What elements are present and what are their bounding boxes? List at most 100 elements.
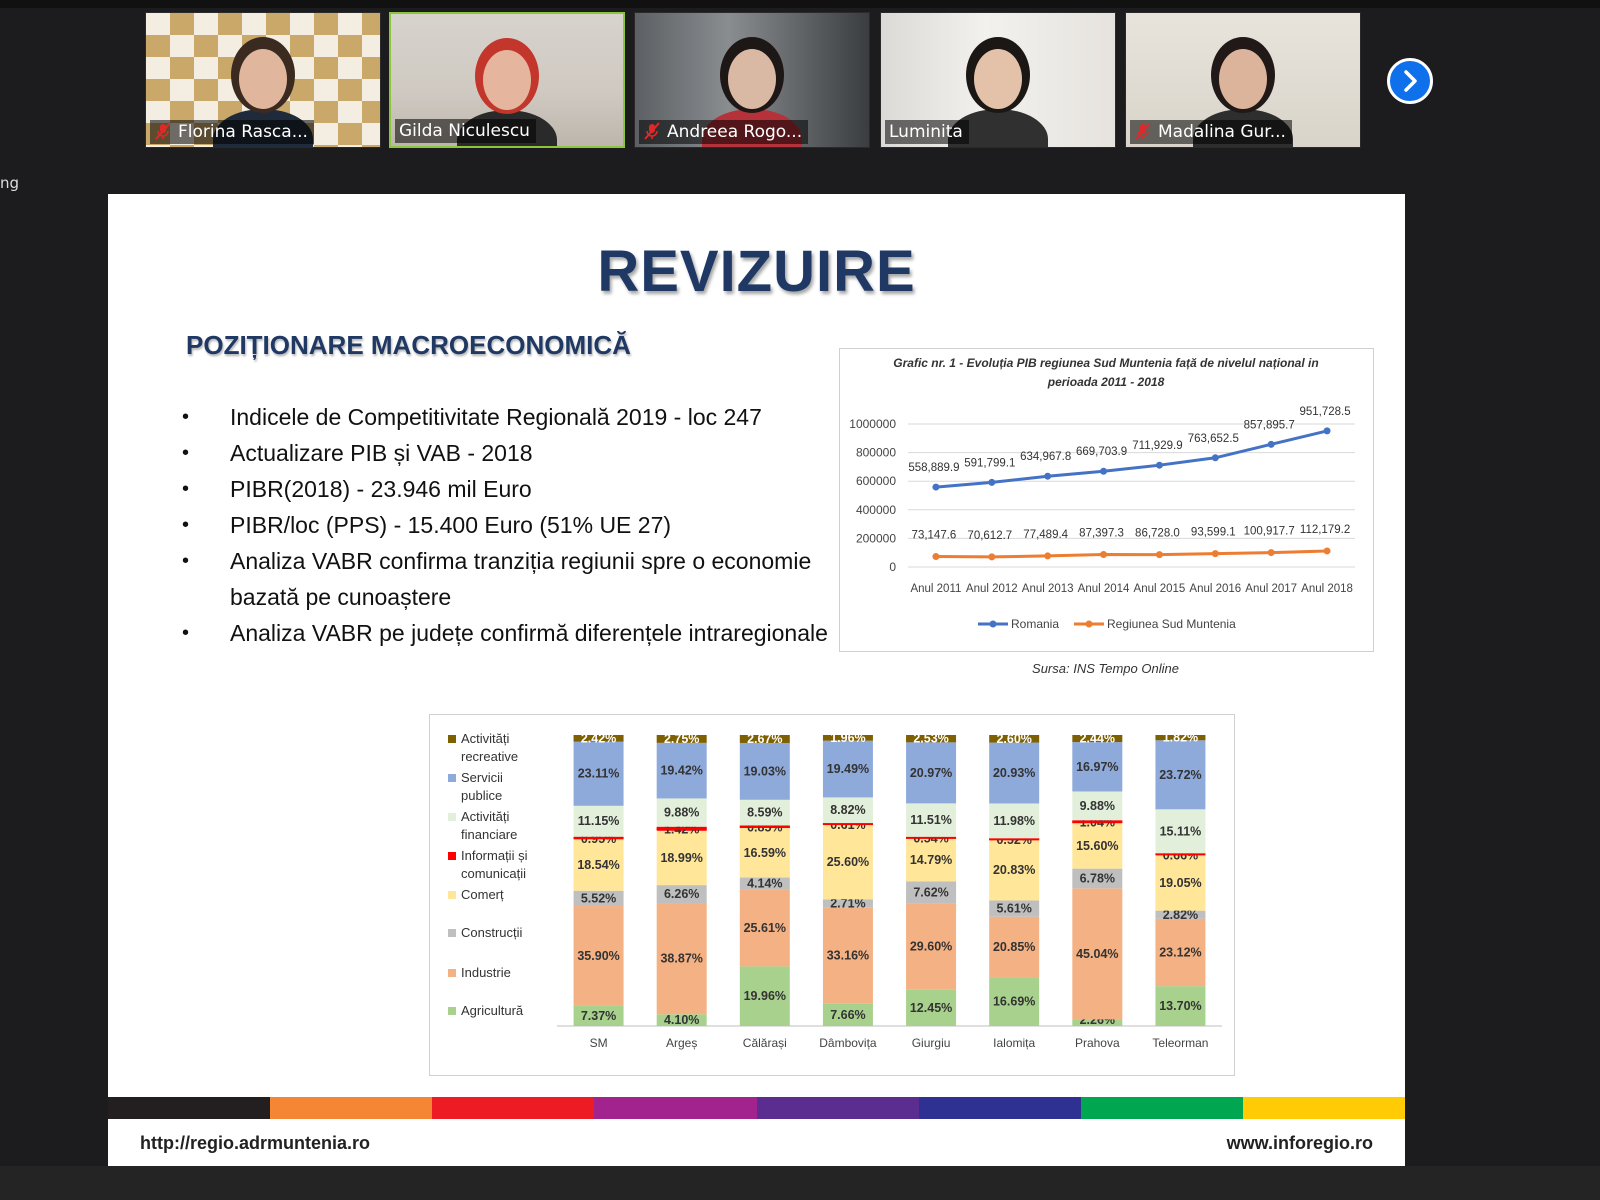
bar-data-label: 38.87% (660, 952, 702, 966)
data-label: 93,599.1 (1191, 527, 1236, 539)
bar-data-label: 2.75% (664, 732, 699, 746)
footer-url-left: http://regio.adrmuntenia.ro (140, 1133, 371, 1153)
bar-data-label: 2.42% (581, 731, 616, 745)
bar-data-label: 20.83% (993, 863, 1035, 877)
legend-label: Agricultură (461, 1003, 524, 1018)
x-tick-label: Călărași (743, 1036, 787, 1050)
x-tick-label: Anul 2016 (1189, 583, 1241, 595)
bar-data-label: 11.15% (578, 814, 620, 828)
next-participants-button[interactable] (1387, 58, 1433, 104)
bar-data-label: 19.05% (1159, 876, 1201, 890)
y-tick-label: 600000 (856, 474, 896, 488)
bar-data-label: 11.98% (993, 814, 1035, 828)
data-point (1155, 551, 1163, 559)
legend-label: Activități recreative (461, 731, 518, 764)
x-tick-label: Anul 2015 (1134, 583, 1186, 595)
data-point (1211, 454, 1219, 462)
bar-data-label: 25.60% (827, 855, 869, 869)
legend-swatch (448, 735, 456, 743)
bar-data-label: 4.10% (664, 1013, 699, 1027)
data-point (1155, 461, 1163, 469)
muted-mic-icon (155, 122, 171, 140)
bar-data-label: 19.49% (827, 762, 869, 776)
x-tick-label: Anul 2011 (910, 583, 961, 595)
x-tick-label: Anul 2014 (1078, 583, 1130, 595)
bar-data-label: 5.52% (581, 891, 616, 905)
bar-data-label: 7.37% (581, 1009, 616, 1023)
legend-marker (989, 620, 997, 628)
participant-tile[interactable]: Madalina Gur... (1125, 12, 1361, 148)
legend-label: Comerț (461, 887, 504, 902)
bar-data-label: 6.26% (664, 887, 699, 901)
data-label: 857,895.7 (1244, 419, 1295, 431)
bar-data-label: 4.14% (747, 877, 782, 891)
participant-strip: Florina Rasca... Gilda Niculescu Andreea R… (0, 0, 1600, 192)
color-band-segment (108, 1097, 271, 1119)
data-label: 100,917.7 (1244, 526, 1295, 538)
bar-data-label: 29.60% (910, 940, 952, 954)
x-tick-label: Anul 2013 (1022, 583, 1074, 595)
data-point (1267, 440, 1275, 448)
y-tick-label: 400000 (856, 503, 896, 517)
bar-data-label: 9.88% (1080, 799, 1115, 813)
bar-data-label: 20.93% (993, 766, 1035, 780)
participant-tile[interactable]: Florina Rasca... (145, 12, 381, 148)
bar-data-label: 7.66% (830, 1008, 865, 1022)
data-point (1323, 547, 1331, 555)
line-chart-title-line: Grafic nr. 1 - Evoluția PIB regiunea Sud… (893, 356, 1318, 370)
bar-data-label: 16.69% (993, 995, 1035, 1009)
chevron-right-icon (1404, 70, 1417, 92)
data-label: 558,889.9 (908, 462, 959, 474)
bar-data-label: 16.97% (1076, 760, 1118, 774)
participant-name: Gilda Niculescu (399, 121, 530, 141)
participant-tile[interactable]: Andreea Rogo... (634, 12, 870, 148)
participant-tile[interactable]: Gilda Niculescu (389, 12, 625, 148)
bar-data-label: 18.54% (577, 858, 619, 872)
legend-label: Regiunea Sud Muntenia (1107, 617, 1236, 631)
participant-name: Madalina Gur... (1158, 122, 1286, 142)
bar-data-label: 6.78% (1080, 872, 1115, 886)
legend-swatch (448, 969, 456, 977)
data-point (932, 553, 940, 561)
color-band-segment (918, 1097, 1081, 1119)
y-tick-label: 0 (889, 560, 896, 574)
legend-swatch (448, 852, 456, 860)
bar-data-label: 23.72% (1159, 768, 1201, 782)
gva-stacked-bar-chart: 7.37%35.90%5.52%18.54%0.95%11.15%23.11%2… (448, 731, 1222, 1050)
bar-data-label: 45.04% (1076, 947, 1118, 961)
legend-label: Romania (1011, 617, 1059, 631)
bottom-toolbar (0, 1166, 1600, 1200)
bar-data-label: 23.11% (578, 767, 620, 781)
x-tick-label: Teleorman (1152, 1036, 1208, 1050)
bullet-item: PIBR(2018) - 23.946 mil Euro (182, 471, 842, 507)
bar-data-label: 15.11% (1160, 824, 1202, 838)
line-chart-frame: Grafic nr. 1 - Evoluția PIB regiunea Sud… (839, 348, 1374, 652)
x-tick-label: Anul 2012 (966, 583, 1018, 595)
data-point (1267, 549, 1275, 557)
bar-data-label: 12.45% (910, 1001, 952, 1015)
muted-mic-icon (1135, 122, 1151, 140)
bar-data-label: 7.62% (913, 886, 948, 900)
bar-data-label: 14.79% (910, 853, 952, 867)
color-band-segment (756, 1097, 919, 1119)
color-band-segment (1080, 1097, 1243, 1119)
truncated-toolbar-text: ng (0, 174, 20, 192)
bullet-list: Indicele de Competitivitate Regională 20… (182, 399, 842, 651)
data-point (1100, 551, 1108, 559)
participant-tile[interactable]: Luminita (880, 12, 1116, 148)
x-tick-label: Prahova (1075, 1036, 1120, 1050)
bar-data-label: 1.82% (1163, 731, 1198, 745)
bar-data-label: 2.67% (747, 732, 782, 746)
legend-label-line: financiare (461, 827, 517, 842)
bar-data-label: 13.70% (1159, 999, 1201, 1013)
slide-subtitle: POZIȚIONARE MACROECONOMICĂ (186, 330, 631, 360)
data-point (1044, 552, 1052, 560)
bullet-item: Analiza VABR confirma tranziția regiunii… (182, 543, 842, 615)
x-tick-label: Anul 2018 (1301, 583, 1353, 595)
participant-name-label: Andreea Rogo... (639, 120, 809, 144)
shared-slide: REVIZUIRE POZIȚIONARE MACROECONOMICĂ Ind… (108, 194, 1405, 1166)
legend-label-line: recreative (461, 749, 518, 764)
data-label: 86,728.0 (1135, 528, 1180, 540)
bar-data-label: 19.96% (744, 989, 786, 1003)
data-point (1211, 550, 1219, 558)
